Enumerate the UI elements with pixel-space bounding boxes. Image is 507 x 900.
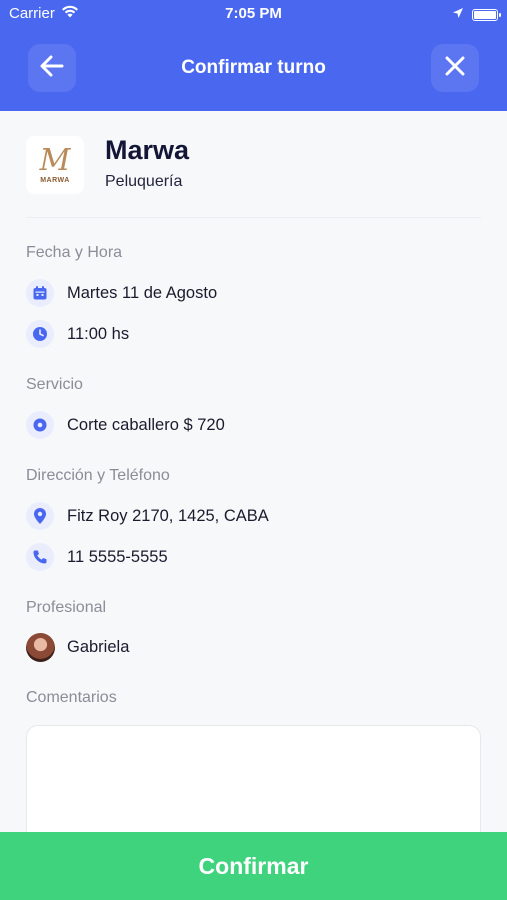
close-button[interactable] (431, 44, 479, 92)
map-pin-icon (26, 502, 54, 530)
service-dot-icon (26, 411, 54, 439)
professional-row: Gabriela (26, 632, 130, 662)
address-row: Fitz Roy 2170, 1425, CABA (26, 502, 269, 530)
status-time: 7:05 PM (225, 5, 282, 22)
avatar (26, 632, 55, 662)
booking-summary: M MARWA Marwa Peluquería Fecha y Hora Ma… (0, 111, 507, 855)
address-value: Fitz Roy 2170, 1425, CABA (67, 506, 269, 525)
section-label-contact: Dirección y Teléfono (26, 467, 170, 484)
battery-icon (472, 8, 501, 21)
status-bar: Carrier 7:05 PM (0, 0, 507, 28)
app-header: Carrier 7:05 PM Confirmar turno (0, 0, 507, 111)
phone-value: 11 5555-5555 (67, 547, 168, 566)
clock-icon (26, 320, 54, 348)
date-row: Martes 11 de Agosto (26, 279, 217, 307)
appointment-date: Martes 11 de Agosto (67, 283, 218, 302)
phone-row: 11 5555-5555 (26, 543, 168, 571)
time-row: 11:00 hs (26, 320, 129, 348)
section-label-comments: Comentarios (26, 689, 117, 706)
business-category: Peluquería (105, 173, 183, 190)
phone-icon (26, 543, 54, 571)
service-row: Corte caballero $ 720 (26, 411, 225, 439)
calendar-icon (26, 279, 54, 307)
business-name: Marwa (105, 135, 190, 165)
location-arrow-icon (452, 6, 464, 23)
logo-initial: M (39, 142, 71, 178)
section-label-professional: Profesional (26, 599, 107, 616)
confirm-button[interactable]: Confirmar (0, 832, 507, 900)
logo-text: MARWA (40, 176, 70, 184)
appointment-time: 11:00 hs (67, 324, 130, 343)
divider (26, 217, 481, 218)
business-logo: M MARWA (26, 136, 84, 194)
close-icon (445, 56, 465, 81)
service-value: Corte caballero $ 720 (67, 415, 225, 434)
section-label-service: Servicio (26, 376, 83, 393)
professional-name: Gabriela (67, 637, 130, 656)
section-label-datetime: Fecha y Hora (26, 244, 123, 261)
